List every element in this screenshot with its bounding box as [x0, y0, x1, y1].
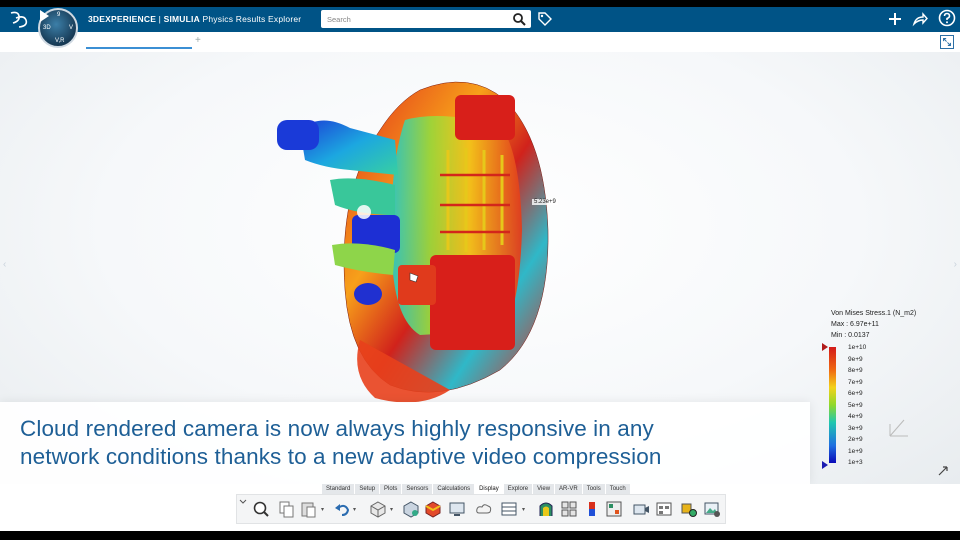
caption-overlay: Cloud rendered camera is now always high…: [0, 402, 810, 484]
image-settings-icon[interactable]: [703, 500, 721, 518]
help-icon[interactable]: [938, 9, 956, 27]
bottom-letterbox: [0, 531, 960, 540]
collapse-chevron-icon[interactable]: [239, 497, 247, 505]
tab-calculations[interactable]: Calculations: [433, 484, 476, 494]
caption-line-1: Cloud rendered camera is now always high…: [20, 416, 654, 441]
undo-icon[interactable]: [333, 500, 351, 518]
caption-line-2: network conditions thanks to a new adapt…: [20, 444, 662, 469]
tab-view[interactable]: View: [533, 484, 556, 494]
tab-ar-vr[interactable]: AR-VR: [555, 484, 583, 494]
legend-tick: 8e+9: [848, 367, 863, 374]
screen-capture-icon[interactable]: [448, 500, 466, 518]
dassault-logo-icon[interactable]: [8, 11, 30, 29]
contour-plot-icon[interactable]: [537, 500, 555, 518]
legend-tick: 5e+9: [848, 402, 863, 409]
legend-icon[interactable]: [583, 500, 601, 518]
legend-tick: 7e+9: [848, 379, 863, 386]
zoom-icon[interactable]: [252, 500, 270, 518]
legend-min-marker-icon[interactable]: [822, 461, 828, 469]
brand-separator: |: [156, 14, 164, 24]
compass-top-label: 9: [57, 12, 61, 18]
legend-tick: 2e+9: [848, 436, 863, 443]
probe-table-icon[interactable]: [655, 500, 673, 518]
legend-max-marker-icon[interactable]: [822, 343, 828, 351]
action-bar-tabs: Standard Setup Plots Sensors Calculation…: [322, 484, 631, 494]
tag-icon[interactable]: [537, 11, 553, 27]
color-map-icon[interactable]: [424, 500, 442, 518]
legend-title: Von Mises Stress.1 (N_m2): [831, 310, 917, 317]
search-icon[interactable]: [512, 12, 526, 26]
layout-icon[interactable]: [605, 500, 623, 518]
paste-dropdown-icon[interactable]: ▾: [321, 506, 324, 513]
legend-tick: 6e+9: [848, 390, 863, 397]
multi-view-icon[interactable]: [560, 500, 578, 518]
legend-tick: 1e+10: [848, 344, 867, 351]
fullscreen-icon[interactable]: [940, 35, 954, 49]
legend-max: Max : 6.97e+11: [831, 321, 879, 328]
action-bar-icons: ▾ ▾ ▾ ▾: [236, 494, 726, 524]
tab-sensors[interactable]: Sensors: [402, 484, 434, 494]
tab-touch[interactable]: Touch: [605, 484, 631, 494]
app-title: 3DEXPERIENCE | SIMULIA Physics Results E…: [88, 14, 301, 24]
legend-tick: 9e+9: [848, 356, 863, 363]
table-icon[interactable]: [500, 500, 518, 518]
tab-display[interactable]: Display: [475, 484, 504, 494]
undo-dropdown-icon[interactable]: ▾: [353, 506, 356, 513]
view-dropdown-icon[interactable]: ▾: [390, 506, 393, 513]
legend-tick: 1e+9: [848, 448, 863, 455]
tab-plots[interactable]: Plots: [380, 484, 403, 494]
resize-arrow-icon[interactable]: [938, 466, 948, 476]
legend-tick: 1e+3: [848, 459, 863, 466]
table-dropdown-icon[interactable]: ▾: [522, 506, 525, 513]
compass-3d-label: 3D: [43, 25, 51, 31]
brand-product: SIMULIA: [163, 14, 200, 24]
search-input[interactable]: [321, 10, 531, 28]
axis-triad-icon[interactable]: [884, 414, 914, 440]
right-panel-arrow-icon[interactable]: ›: [954, 259, 957, 270]
brand-name: 3DEXPERIENCE: [88, 14, 157, 24]
probe-value-label: 5.23e+9: [532, 199, 558, 205]
share-icon[interactable]: [912, 11, 928, 27]
compass-vr-label: V,R: [55, 38, 65, 44]
compass-right-label: V: [69, 25, 74, 31]
view-cube-icon[interactable]: [369, 500, 387, 518]
tab-setup[interactable]: Setup: [355, 484, 381, 494]
settings-gear-icon[interactable]: [680, 500, 698, 518]
legend-min: Min : 0.0137: [831, 332, 870, 339]
compass-widget[interactable]: 3D 9 V V,R: [38, 8, 78, 48]
tab-standard[interactable]: Standard: [322, 484, 356, 494]
camera-icon[interactable]: [632, 500, 650, 518]
legend-tick: 4e+9: [848, 413, 863, 420]
app-window: 3DEXPERIENCE | SIMULIA Physics Results E…: [0, 0, 960, 540]
legend-tick: 3e+9: [848, 425, 863, 432]
play-icon[interactable]: [40, 10, 49, 22]
left-panel-arrow-icon[interactable]: ‹: [3, 259, 6, 270]
copy-icon[interactable]: [277, 500, 295, 518]
active-tab-indicator[interactable]: [86, 47, 192, 49]
tab-explore[interactable]: Explore: [503, 484, 534, 494]
tab-tools[interactable]: Tools: [582, 484, 606, 494]
add-tab-icon[interactable]: +: [195, 35, 201, 46]
top-bar: 3DEXPERIENCE | SIMULIA Physics Results E…: [0, 7, 960, 32]
tab-strip: +: [0, 32, 960, 53]
cloud-icon[interactable]: [475, 500, 493, 518]
add-icon[interactable]: [887, 11, 903, 27]
color-legend-bar: [829, 347, 836, 463]
render-mode-icon[interactable]: [402, 500, 420, 518]
paste-icon[interactable]: [299, 500, 317, 518]
app-name: Physics Results Explorer: [202, 14, 302, 24]
